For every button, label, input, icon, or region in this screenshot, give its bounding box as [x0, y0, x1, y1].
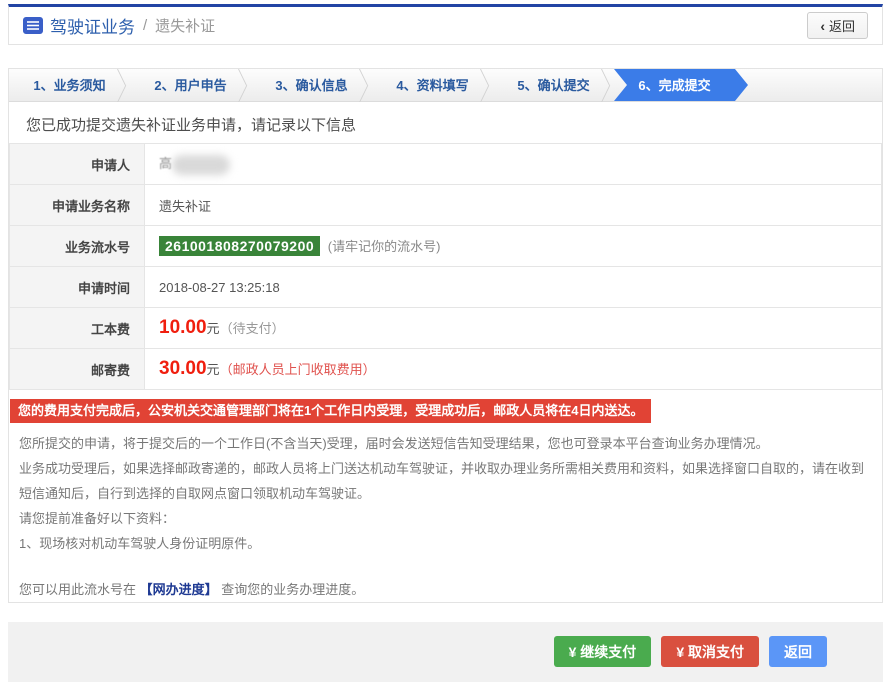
step-1-business-notice[interactable]: 1、业务须知	[9, 69, 130, 101]
step-6-complete-submit: 6、完成提交	[614, 69, 748, 101]
instruction-paragraph: 1、现场核对机动车驾驶人身份证明原件。	[19, 535, 261, 551]
production-fee-amount: 10.00	[159, 317, 207, 338]
table-row: 申请人 高	[9, 143, 882, 185]
instruction-paragraph: 请您提前准备好以下资料：	[19, 510, 176, 526]
step-5-confirm-submit[interactable]: 5、确认提交	[493, 69, 614, 101]
step-2-user-declaration[interactable]: 2、用户申告	[130, 69, 251, 101]
serial-number-value: 261001808270079200 (请牢记你的流水号)	[144, 225, 882, 267]
table-row: 业务流水号 261001808270079200 (请牢记你的流水号)	[9, 225, 882, 267]
step-4-fill-materials[interactable]: 4、资料填写	[372, 69, 493, 101]
cancel-pay-button[interactable]: ¥ 取消支付	[661, 636, 759, 668]
row-label: 申请人	[9, 143, 145, 185]
serial-number-badge: 261001808270079200	[159, 236, 321, 256]
business-name-value: 遗失补证	[144, 184, 882, 226]
postage-fee-note: （邮政人员上门收取费用）	[219, 362, 376, 377]
progress-link[interactable]: 【网办进度】	[140, 582, 218, 597]
main-panel: 1、业务须知 2、用户申告 3、确认信息 4、资料填写 5、确认提交 6、完成提…	[8, 68, 883, 603]
table-row: 邮寄费 30.00元（邮政人员上门收取费用）	[9, 348, 882, 390]
form-list-icon	[23, 17, 43, 34]
serial-number-note: (请牢记你的流水号)	[327, 239, 441, 254]
instruction-paragraph: 业务成功受理后，如果选择邮政寄递的，邮政人员将上门送达机动车驾驶证，并收取办理业…	[19, 460, 865, 501]
header: 驾驶证业务 / 遗失补证 ‹ 返回	[8, 4, 883, 45]
instructions: 您所提交的申请，将于提交后的一个工作日(不含当天)受理，届时会发送短信告知受理结…	[19, 431, 872, 602]
alert-banner-wrap: 您的费用支付完成后，公安机关交通管理部门将在1个工作日内受理，受理成功后，邮政人…	[10, 399, 882, 423]
applicant-name: 高	[159, 156, 173, 172]
postage-fee-value: 30.00元（邮政人员上门收取费用）	[144, 348, 882, 390]
fee-unit: 元	[206, 321, 220, 336]
production-fee-value: 10.00元（待支付）	[144, 307, 882, 349]
return-button[interactable]: 返回	[769, 636, 827, 668]
continue-pay-button[interactable]: ¥ 继续支付	[553, 636, 652, 668]
progress-note: 您可以用此流水号在 【网办进度】 查询您的业务办理进度。	[19, 577, 872, 602]
fee-unit: 元	[206, 362, 220, 377]
back-button[interactable]: ‹ 返回	[807, 12, 868, 39]
action-bar: ¥ 继续支付 ¥ 取消支付 返回	[8, 621, 883, 682]
back-button-label: 返回	[828, 19, 855, 34]
progress-note-suffix: 查询您的业务办理进度。	[217, 581, 365, 597]
instruction-paragraph: 您所提交的申请，将于提交后的一个工作日(不含当天)受理，届时会发送短信告知受理结…	[19, 435, 769, 451]
row-label: 申请业务名称	[9, 184, 145, 226]
info-table: 申请人 高 申请业务名称 遗失补证 业务流水号 2610018082700792…	[9, 143, 882, 390]
redacted-name-blur	[171, 154, 230, 175]
step-wizard: 1、业务须知 2、用户申告 3、确认信息 4、资料填写 5、确认提交 6、完成提…	[9, 69, 882, 102]
success-message: 您已成功提交遗失补证业务申请，请记录以下信息	[26, 117, 357, 134]
row-label: 业务流水号	[9, 225, 145, 267]
table-row: 申请业务名称 遗失补证	[9, 184, 882, 226]
row-label: 申请时间	[9, 266, 145, 308]
postage-fee-amount: 30.00	[159, 358, 207, 379]
production-fee-note: （待支付）	[219, 321, 285, 336]
page-subtitle: 遗失补证	[155, 18, 216, 35]
breadcrumb-separator: /	[143, 17, 148, 34]
row-label: 邮寄费	[9, 348, 145, 390]
chevron-left-icon: ‹	[820, 17, 825, 34]
step-3-confirm-info[interactable]: 3、确认信息	[251, 69, 372, 101]
breadcrumb: 驾驶证业务 / 遗失补证	[23, 13, 215, 38]
applicant-value: 高	[144, 143, 882, 185]
progress-note-prefix: 您可以用此流水号在	[19, 581, 140, 597]
table-row: 工本费 10.00元（待支付）	[9, 307, 882, 349]
row-label: 工本费	[9, 307, 145, 349]
table-row: 申请时间 2018-08-27 13:25:18	[9, 266, 882, 308]
apply-time-value: 2018-08-27 13:25:18	[144, 266, 882, 308]
alert-banner: 您的费用支付完成后，公安机关交通管理部门将在1个工作日内受理，受理成功后，邮政人…	[10, 399, 652, 423]
page-title: 驾驶证业务	[50, 18, 135, 37]
page: 驾驶证业务 / 遗失补证 ‹ 返回 1、业务须知 2、用户申告 3、确认信息 4…	[8, 4, 883, 682]
